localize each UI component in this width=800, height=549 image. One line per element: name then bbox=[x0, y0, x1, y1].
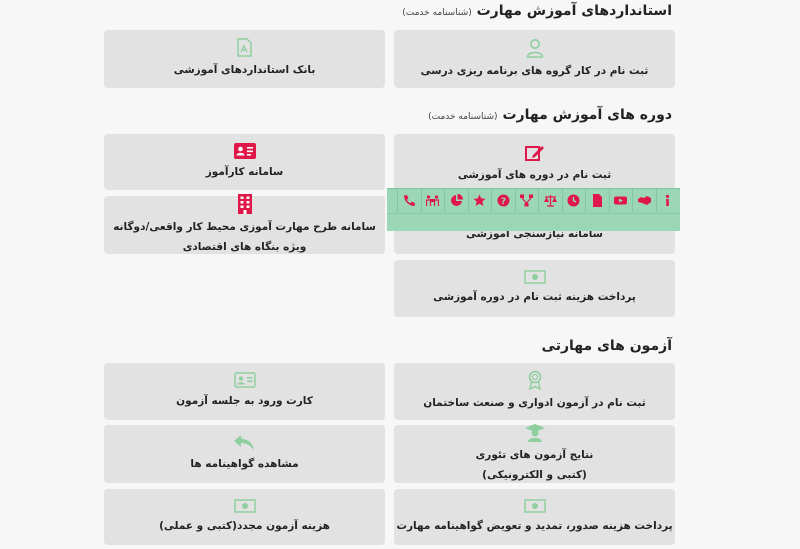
card-label-line1: سامانه طرح مهارت آموزی محیط کار واقعی/دو… bbox=[113, 220, 376, 233]
course-fee-payment-card[interactable]: پرداخت هزینه ثبت نام در دوره آموزشی bbox=[394, 260, 675, 317]
section-title-courses: دوره های آموزش مهارت (شناسنامه خدمت) bbox=[428, 107, 672, 123]
user-icon bbox=[526, 38, 544, 58]
construction-exam-card[interactable]: ثبت نام در آزمون ادواری و صنعت ساختمان bbox=[394, 363, 675, 420]
certificate-icon bbox=[528, 370, 542, 391]
section-subtitle: (شناسنامه خدمت) bbox=[402, 8, 472, 18]
building-icon bbox=[237, 193, 252, 214]
card-label: پرداخت هزینه ثبت نام در دوره آموزشی bbox=[433, 291, 636, 303]
star-icon[interactable] bbox=[467, 189, 492, 212]
share-arrows-icon bbox=[233, 434, 256, 451]
card-label: بانک استانداردهای آموزشی bbox=[173, 64, 316, 76]
card-label-line2: (کتبی و الکترونیکی) bbox=[482, 468, 587, 481]
card-label: کارت ورود به جلسه آزمون bbox=[176, 395, 313, 407]
id-card-icon bbox=[233, 142, 256, 159]
meeting-icon[interactable] bbox=[420, 189, 445, 212]
section-title-standards: استانداردهای آموزش مهارت (شناسنامه خدمت) bbox=[402, 3, 672, 19]
info-icon[interactable] bbox=[655, 189, 680, 212]
clock-icon[interactable] bbox=[561, 189, 586, 212]
register-courses-card[interactable]: ثبت نام در دوره های آموزشی bbox=[394, 134, 675, 190]
trainee-system-card[interactable]: سامانه کارآموز bbox=[104, 134, 385, 190]
card-label-line2: ویژه بنگاه های اقتصادی bbox=[182, 240, 307, 253]
money-bill-icon bbox=[233, 498, 256, 513]
theory-results-card[interactable]: نتایج آزمون های تئوری (کتبی و الکترونیکی… bbox=[394, 423, 675, 483]
section-subtitle: (شناسنامه خدمت) bbox=[428, 112, 498, 122]
entry-card-card[interactable]: کارت ورود به جلسه آزمون bbox=[104, 363, 385, 420]
toolbar-divider bbox=[387, 213, 680, 214]
retake-fee-card[interactable]: هزینه آزمون مجدد(کتبی و عملی) bbox=[104, 489, 385, 545]
question-icon[interactable]: ? bbox=[491, 189, 515, 212]
quick-access-toolbar: ? bbox=[387, 188, 680, 231]
document-icon[interactable] bbox=[585, 189, 609, 212]
card-label: سامانه کارآموز bbox=[205, 165, 284, 178]
scale-icon[interactable] bbox=[538, 189, 562, 212]
graduate-icon bbox=[524, 423, 545, 442]
section-title-exams: آزمون های مهارتی bbox=[541, 338, 672, 354]
pie-chart-icon[interactable] bbox=[444, 189, 468, 212]
id-card-icon bbox=[233, 372, 256, 388]
view-certificates-card[interactable]: مشاهده گواهینامه ها bbox=[104, 425, 385, 483]
svg-text:?: ? bbox=[501, 197, 506, 207]
money-bill-icon bbox=[523, 270, 546, 284]
video-icon[interactable] bbox=[608, 189, 633, 212]
card-label: پرداخت هزینه صدور، تمدید و تعویض گواهینا… bbox=[396, 519, 673, 532]
card-label: ثبت نام در آزمون ادواری و صنعت ساختمان bbox=[423, 397, 646, 409]
card-label-line1: نتایج آزمون های تئوری bbox=[475, 448, 594, 461]
certificate-fee-card[interactable]: پرداخت هزینه صدور، تمدید و تعویض گواهینا… bbox=[394, 489, 675, 545]
handshake-icon[interactable] bbox=[632, 189, 656, 212]
money-bill-icon bbox=[523, 498, 546, 513]
standards-bank-card[interactable]: بانک استانداردهای آموزشی bbox=[104, 30, 385, 88]
card-label: ثبت نام در کار گروه های برنامه ریزی درسی bbox=[420, 64, 649, 77]
register-curriculum-group-card[interactable]: ثبت نام در کار گروه های برنامه ریزی درسی bbox=[394, 30, 675, 88]
card-label: ثبت نام در دوره های آموزشی bbox=[457, 169, 612, 181]
sitemap-icon[interactable] bbox=[514, 189, 539, 212]
phone-icon[interactable] bbox=[397, 189, 421, 212]
edit-icon bbox=[524, 144, 545, 162]
pdf-file-icon bbox=[237, 38, 252, 57]
card-label: هزینه آزمون مجدد(کتبی و عملی) bbox=[159, 519, 330, 532]
card-label: مشاهده گواهینامه ها bbox=[190, 457, 299, 470]
workplace-training-card[interactable]: سامانه طرح مهارت آموزی محیط کار واقعی/دو… bbox=[104, 193, 385, 254]
